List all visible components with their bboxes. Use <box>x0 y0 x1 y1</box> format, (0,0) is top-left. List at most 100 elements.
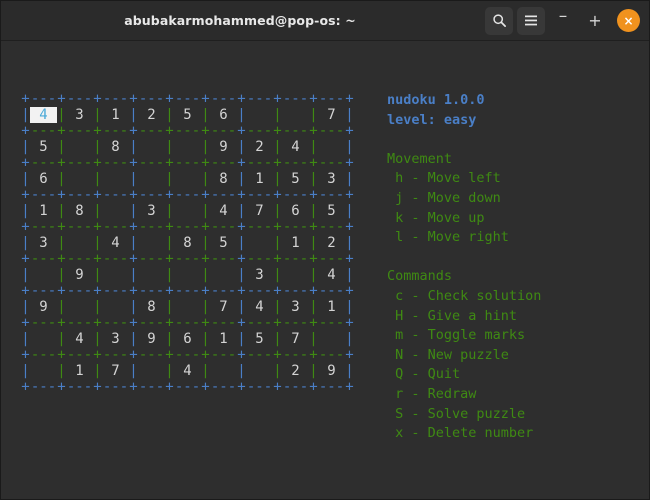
grid-vline: | <box>129 203 138 219</box>
grid-cell[interactable] <box>102 171 129 187</box>
grid-row[interactable]: |6| | | | |8|1|5|3| <box>21 171 354 187</box>
grid-row[interactable]: |3| |4| |8|5| |1|2| <box>21 235 354 251</box>
grid-cell[interactable] <box>102 203 129 219</box>
grid-cell[interactable]: 8 <box>102 139 129 155</box>
grid-cell[interactable] <box>246 107 273 123</box>
grid-cell[interactable]: 5 <box>174 107 201 123</box>
grid-cell[interactable]: 5 <box>318 203 345 219</box>
grid-cell[interactable] <box>66 299 93 315</box>
grid-cell[interactable]: 6 <box>30 171 57 187</box>
grid-cell[interactable]: 1 <box>282 235 309 251</box>
grid-cell[interactable]: 7 <box>246 203 273 219</box>
grid-cell[interactable]: 1 <box>246 171 273 187</box>
grid-cell[interactable] <box>174 299 201 315</box>
grid-cell[interactable]: 4 <box>102 235 129 251</box>
grid-cell[interactable] <box>30 331 57 347</box>
grid-cell[interactable]: 7 <box>210 299 237 315</box>
grid-junction: + <box>165 283 174 299</box>
grid-cell[interactable] <box>138 363 165 379</box>
menu-button[interactable] <box>517 7 545 35</box>
grid-cell[interactable] <box>102 267 129 283</box>
grid-row[interactable]: | |4|3|9|6|1|5|7| | <box>21 331 354 347</box>
grid-cell[interactable] <box>30 267 57 283</box>
grid-row[interactable]: |4|3|1|2|5|6| | |7| <box>21 107 354 123</box>
grid-cell[interactable] <box>174 171 201 187</box>
grid-cell[interactable]: 9 <box>138 331 165 347</box>
grid-cell[interactable]: 5 <box>246 331 273 347</box>
sudoku-grid[interactable]: +---+---+---+---+---+---+---+---+---+|4|… <box>21 91 354 395</box>
grid-cell-cursor[interactable]: 4 <box>30 107 57 123</box>
minimize-button[interactable]: – <box>549 2 577 39</box>
grid-cell[interactable] <box>30 363 57 379</box>
search-button[interactable] <box>485 7 513 35</box>
grid-cell[interactable]: 7 <box>102 363 129 379</box>
grid-row[interactable]: | |1|7| |4| | |2|9| <box>21 363 354 379</box>
grid-cell[interactable] <box>174 139 201 155</box>
grid-cell[interactable] <box>174 203 201 219</box>
grid-cell[interactable] <box>66 171 93 187</box>
grid-cell[interactable] <box>138 171 165 187</box>
grid-cell[interactable]: 1 <box>318 299 345 315</box>
grid-cell[interactable] <box>282 107 309 123</box>
grid-cell[interactable]: 8 <box>66 203 93 219</box>
grid-cell[interactable] <box>246 235 273 251</box>
grid-cell[interactable] <box>318 139 345 155</box>
grid-cell[interactable]: 3 <box>66 107 93 123</box>
grid-cell[interactable]: 3 <box>246 267 273 283</box>
grid-cell[interactable]: 1 <box>210 331 237 347</box>
grid-cell[interactable] <box>66 235 93 251</box>
terminal-body[interactable]: +---+---+---+---+---+---+---+---+---+|4|… <box>1 41 649 499</box>
grid-cell[interactable]: 1 <box>30 203 57 219</box>
grid-row[interactable]: | |9| | | | |3| |4| <box>21 267 354 283</box>
grid-cell[interactable]: 3 <box>30 235 57 251</box>
grid-cell[interactable] <box>138 139 165 155</box>
grid-cell[interactable]: 2 <box>138 107 165 123</box>
grid-cell[interactable]: 8 <box>210 171 237 187</box>
grid-cell[interactable] <box>138 235 165 251</box>
grid-cell[interactable]: 4 <box>210 203 237 219</box>
close-button[interactable]: × <box>617 9 640 32</box>
grid-cell[interactable]: 4 <box>318 267 345 283</box>
grid-cell[interactable] <box>210 267 237 283</box>
grid-cell[interactable]: 4 <box>66 331 93 347</box>
grid-cell[interactable]: 9 <box>30 299 57 315</box>
grid-separator-row: +---+---+---+---+---+---+---+---+---+ <box>21 379 354 395</box>
grid-cell[interactable] <box>174 267 201 283</box>
grid-cell[interactable]: 1 <box>66 363 93 379</box>
grid-cell[interactable] <box>138 267 165 283</box>
grid-cell[interactable]: 4 <box>246 299 273 315</box>
grid-cell[interactable]: 7 <box>282 331 309 347</box>
grid-row[interactable]: |9| | |8| |7|4|3|1| <box>21 299 354 315</box>
grid-cell[interactable]: 9 <box>318 363 345 379</box>
grid-cell[interactable]: 1 <box>102 107 129 123</box>
grid-cell[interactable]: 8 <box>138 299 165 315</box>
grid-cell[interactable]: 3 <box>282 299 309 315</box>
grid-cell[interactable]: 2 <box>318 235 345 251</box>
grid-cell[interactable]: 3 <box>102 331 129 347</box>
grid-cell[interactable]: 5 <box>282 171 309 187</box>
grid-cell[interactable]: 6 <box>210 107 237 123</box>
grid-cell[interactable]: 5 <box>210 235 237 251</box>
grid-cell[interactable] <box>246 363 273 379</box>
maximize-button[interactable]: + <box>581 7 609 35</box>
grid-cell[interactable]: 4 <box>282 139 309 155</box>
grid-cell[interactable] <box>102 299 129 315</box>
grid-cell[interactable]: 6 <box>174 331 201 347</box>
grid-cell[interactable]: 7 <box>318 107 345 123</box>
grid-row[interactable]: |5| |8| | |9|2|4| | <box>21 139 354 155</box>
grid-cell[interactable] <box>66 139 93 155</box>
grid-cell[interactable]: 3 <box>138 203 165 219</box>
grid-cell[interactable] <box>282 267 309 283</box>
grid-cell[interactable]: 6 <box>282 203 309 219</box>
grid-cell[interactable]: 2 <box>246 139 273 155</box>
grid-cell[interactable]: 3 <box>318 171 345 187</box>
grid-cell[interactable]: 9 <box>210 139 237 155</box>
grid-cell[interactable]: 4 <box>174 363 201 379</box>
grid-cell[interactable]: 2 <box>282 363 309 379</box>
grid-row[interactable]: |1|8| |3| |4|7|6|5| <box>21 203 354 219</box>
grid-cell[interactable]: 5 <box>30 139 57 155</box>
grid-cell[interactable]: 9 <box>66 267 93 283</box>
grid-cell[interactable] <box>318 331 345 347</box>
grid-cell[interactable] <box>210 363 237 379</box>
grid-cell[interactable]: 8 <box>174 235 201 251</box>
